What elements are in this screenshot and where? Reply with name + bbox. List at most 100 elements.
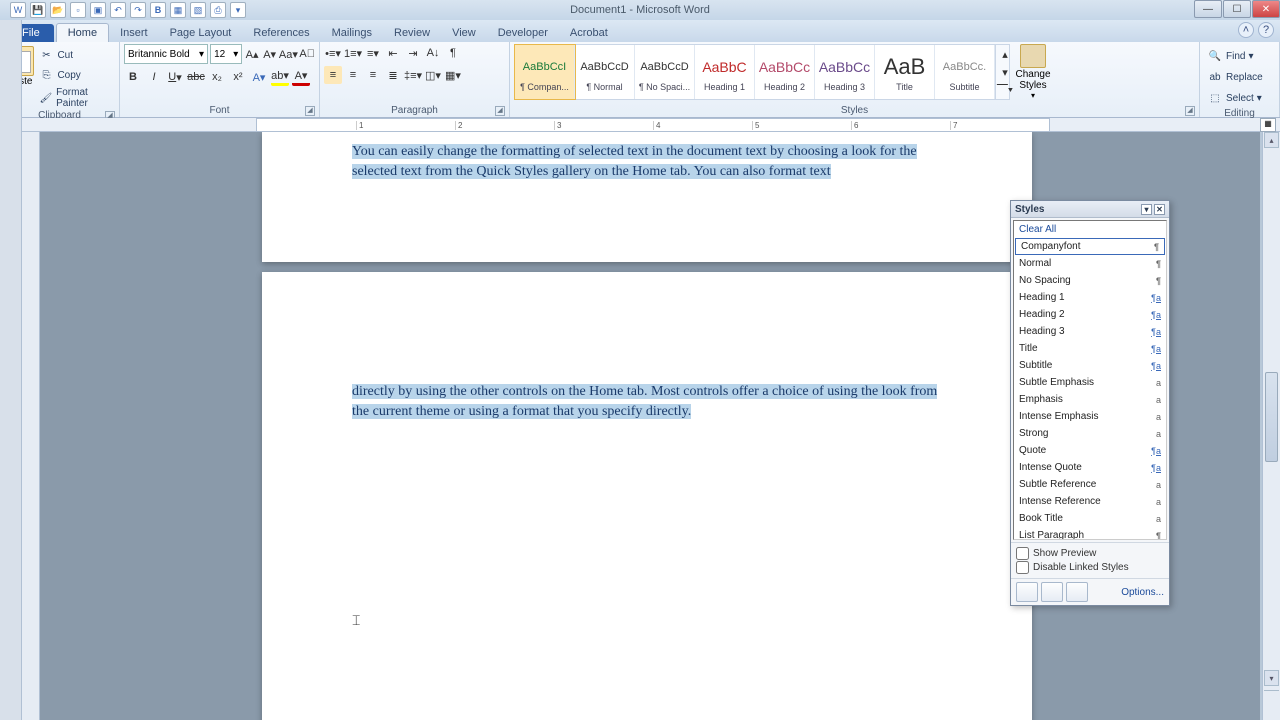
- style-pane-row[interactable]: Quote¶a: [1014, 442, 1166, 459]
- style-pane-row[interactable]: List Paragraph¶: [1014, 527, 1166, 540]
- style-pane-row[interactable]: Heading 2¶a: [1014, 306, 1166, 323]
- selected-text-1[interactable]: You can easily change the formatting of …: [352, 144, 917, 179]
- multilevel-list-button[interactable]: ≡▾: [364, 44, 382, 62]
- styles-pane-list[interactable]: Clear All Companyfont¶Normal¶No Spacing¶…: [1013, 220, 1167, 540]
- style-pane-row[interactable]: Book Titlea: [1014, 510, 1166, 527]
- page-1[interactable]: You can easily change the formatting of …: [262, 132, 1032, 262]
- find-button[interactable]: 🔍Find ▾: [1204, 46, 1275, 66]
- subscript-button[interactable]: x₂: [208, 68, 226, 86]
- undo-icon[interactable]: ↶: [110, 2, 126, 18]
- selected-text-2[interactable]: directly by using the other controls on …: [352, 384, 937, 419]
- increase-indent-button[interactable]: ⇥: [404, 44, 422, 62]
- style-inspector-icon[interactable]: [1041, 582, 1063, 602]
- borders-button[interactable]: ▦▾: [444, 66, 462, 84]
- scroll-thumb[interactable]: [1265, 372, 1278, 462]
- styles-pane-header[interactable]: Styles ▾ ✕: [1011, 201, 1169, 218]
- line-spacing-button[interactable]: ‡≡▾: [404, 66, 422, 84]
- paragraph-launcher-icon[interactable]: ◢: [495, 106, 505, 116]
- manage-styles-icon[interactable]: [1066, 582, 1088, 602]
- select-button[interactable]: ⬚Select ▾: [1204, 88, 1275, 108]
- style-pane-row[interactable]: Intense Quote¶a: [1014, 459, 1166, 476]
- italic-button[interactable]: I: [145, 68, 163, 86]
- tab-references[interactable]: References: [242, 24, 320, 42]
- replace-button[interactable]: abReplace: [1204, 67, 1275, 87]
- style-pane-row[interactable]: Heading 3¶a: [1014, 323, 1166, 340]
- style-pane-row[interactable]: Companyfont¶: [1015, 238, 1165, 255]
- sort-button[interactable]: A↓: [424, 44, 442, 62]
- scroll-up-icon[interactable]: ▴: [1264, 132, 1279, 148]
- cut-button[interactable]: ✂Cut: [35, 46, 115, 64]
- new-style-icon[interactable]: [1016, 582, 1038, 602]
- pane-close-icon[interactable]: ✕: [1154, 204, 1165, 215]
- pane-dropdown-icon[interactable]: ▾: [1141, 204, 1152, 215]
- style-pane-row[interactable]: No Spacing¶: [1014, 272, 1166, 289]
- style-pane-row[interactable]: Subtle Referencea: [1014, 476, 1166, 493]
- close-button[interactable]: ✕: [1252, 0, 1280, 18]
- tab-acrobat[interactable]: Acrobat: [559, 24, 619, 42]
- underline-button[interactable]: U▾: [166, 68, 184, 86]
- vertical-ruler[interactable]: [22, 132, 40, 720]
- text-effects-button[interactable]: A▾: [250, 68, 268, 86]
- minimize-ribbon-icon[interactable]: ˄: [1238, 22, 1254, 38]
- grow-font-button[interactable]: A▴: [244, 45, 260, 63]
- style-pane-row[interactable]: Subtitle¶a: [1014, 357, 1166, 374]
- superscript-button[interactable]: x²: [229, 68, 247, 86]
- horizontal-ruler[interactable]: 1234567: [256, 118, 1050, 132]
- saveall-icon[interactable]: ▣: [90, 2, 106, 18]
- show-preview-checkbox[interactable]: Show Preview: [1016, 547, 1164, 560]
- justify-button[interactable]: ≣: [384, 66, 402, 84]
- vertical-scrollbar[interactable]: ▴ ▾: [1262, 132, 1280, 720]
- print-preview-icon[interactable]: ⎙: [210, 2, 226, 18]
- minimize-button[interactable]: —: [1194, 0, 1222, 18]
- font-name-combo[interactable]: Britannic Bold▾: [124, 44, 208, 64]
- word-app-icon[interactable]: W: [10, 2, 26, 18]
- disable-linked-checkbox[interactable]: Disable Linked Styles: [1016, 561, 1164, 574]
- scroll-down-icon[interactable]: ▾: [1264, 670, 1279, 686]
- clear-formatting-button[interactable]: A⃠: [299, 45, 315, 63]
- tab-page-layout[interactable]: Page Layout: [159, 24, 243, 42]
- styles-options-link[interactable]: Options...: [1121, 587, 1164, 598]
- redo-icon[interactable]: ↷: [130, 2, 146, 18]
- format-painter-button[interactable]: 🖌Format Painter: [35, 86, 115, 110]
- page-2[interactable]: directly by using the other controls on …: [262, 272, 1032, 720]
- style-tile-4[interactable]: AaBbCcHeading 2: [755, 45, 815, 99]
- new-icon[interactable]: ▫: [70, 2, 86, 18]
- maximize-button[interactable]: ☐: [1223, 0, 1251, 18]
- change-styles-button[interactable]: Change Styles ▾: [1010, 44, 1056, 100]
- copy-button[interactable]: ⎘Copy: [35, 66, 115, 84]
- bold-qat-icon[interactable]: B: [150, 2, 166, 18]
- font-color-button[interactable]: A▾: [292, 68, 310, 86]
- save-icon[interactable]: 💾: [30, 2, 46, 18]
- shading-button[interactable]: ◫▾: [424, 66, 442, 84]
- shrink-font-button[interactable]: A▾: [262, 45, 278, 63]
- font-size-combo[interactable]: 12▾: [210, 44, 242, 64]
- browse-object-nav[interactable]: [1264, 690, 1279, 720]
- align-right-button[interactable]: ≡: [364, 66, 382, 84]
- style-pane-row[interactable]: Stronga: [1014, 425, 1166, 442]
- open-icon[interactable]: 📂: [50, 2, 66, 18]
- align-left-button[interactable]: ≡: [324, 66, 342, 84]
- help-icon[interactable]: ?: [1258, 22, 1274, 38]
- style-tile-1[interactable]: AaBbCcD¶ Normal: [575, 45, 635, 99]
- tab-developer[interactable]: Developer: [487, 24, 559, 42]
- table-qat-icon[interactable]: ▦: [170, 2, 186, 18]
- strikethrough-button[interactable]: abc: [187, 68, 205, 86]
- picture-qat-icon[interactable]: ▧: [190, 2, 206, 18]
- tab-home[interactable]: Home: [56, 23, 109, 42]
- tab-mailings[interactable]: Mailings: [321, 24, 383, 42]
- styles-launcher-icon[interactable]: ◢: [1185, 106, 1195, 116]
- tab-view[interactable]: View: [441, 24, 487, 42]
- decrease-indent-button[interactable]: ⇤: [384, 44, 402, 62]
- tab-review[interactable]: Review: [383, 24, 441, 42]
- qat-more-icon[interactable]: ▾: [230, 2, 246, 18]
- style-pane-row[interactable]: Heading 1¶a: [1014, 289, 1166, 306]
- style-tile-5[interactable]: AaBbCcHeading 3: [815, 45, 875, 99]
- style-pane-row[interactable]: Intense Referencea: [1014, 493, 1166, 510]
- numbering-button[interactable]: 1≡▾: [344, 44, 362, 62]
- show-marks-button[interactable]: ¶: [444, 44, 462, 62]
- tab-insert[interactable]: Insert: [109, 24, 159, 42]
- style-tile-7[interactable]: AaBbCc.Subtitle: [935, 45, 995, 99]
- style-tile-2[interactable]: AaBbCcD¶ No Spaci...: [635, 45, 695, 99]
- align-center-button[interactable]: ≡: [344, 66, 362, 84]
- bold-button[interactable]: B: [124, 68, 142, 86]
